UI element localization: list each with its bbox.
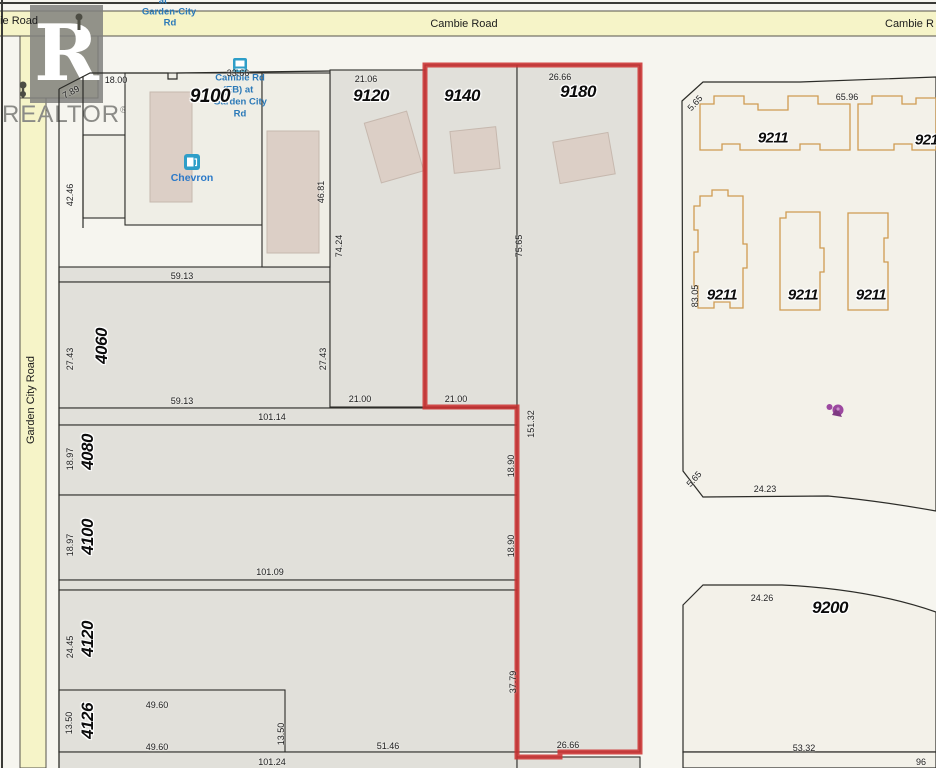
parcel-map-canvas[interactable]: R REALTOR®: [0, 0, 936, 768]
registered-mark: ®: [120, 105, 128, 116]
cambie-road-band: [0, 11, 936, 36]
realtor-logo-letter: R: [34, 9, 99, 99]
realtor-logo: R: [30, 5, 103, 103]
realtor-wordmark: REALTOR®: [2, 101, 132, 129]
map-background: [0, 0, 936, 768]
road-layer: [0, 0, 936, 768]
